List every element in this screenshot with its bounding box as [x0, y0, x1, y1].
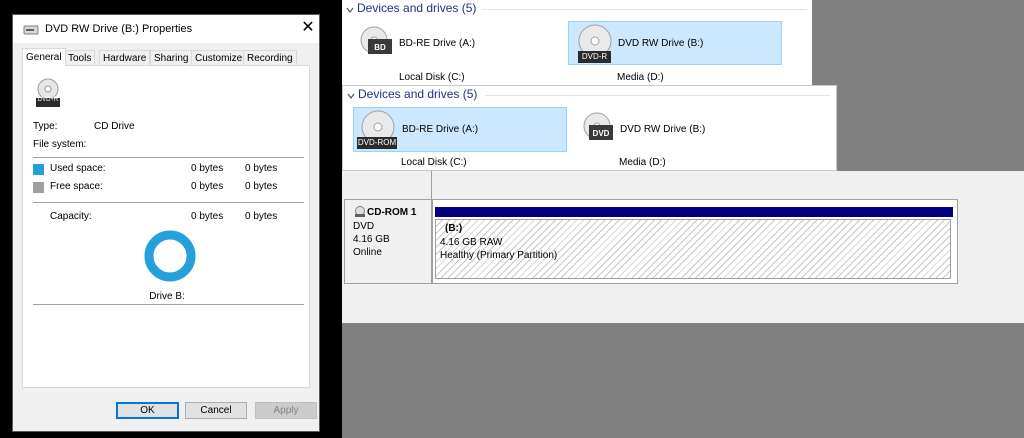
properties-dialog: DVD RW Drive (B:) Properties ✕ General T… [12, 14, 320, 432]
ok-button[interactable]: OK [116, 402, 179, 419]
free-space-swatch [33, 182, 44, 193]
drive-badge: DVD-ROM [357, 138, 397, 147]
drive-tile-a-selected[interactable]: DVD-ROM BD-RE Drive (A:) [353, 107, 567, 152]
drive-tile-b[interactable]: DVD DVD RW Drive (B:) [575, 108, 785, 148]
free-space-label: Free space: [50, 181, 103, 192]
drive-icon-badge: DVD+R [37, 97, 59, 103]
free-space-bytes: 0 bytes [191, 181, 224, 192]
chevron-down-icon[interactable] [346, 6, 354, 14]
cancel-button[interactable]: Cancel [185, 402, 247, 419]
group-header[interactable]: Devices and drives (5) [357, 1, 476, 15]
used-space-bytes: 0 bytes [191, 163, 224, 174]
desktop-background [812, 0, 1024, 171]
separator [33, 157, 304, 158]
apply-button[interactable]: Apply [255, 402, 317, 419]
type-label: Type: [33, 121, 58, 132]
drive-name: DVD RW Drive (B:) [618, 38, 704, 49]
tab-sharing[interactable]: Sharing [150, 50, 193, 66]
dialog-title: DVD RW Drive (B:) Properties [45, 23, 193, 35]
drive-name[interactable]: Local Disk (C:) [399, 72, 465, 83]
drive-tile-a[interactable]: BD BD-RE Drive (A:) [354, 22, 544, 62]
group-divider [485, 95, 830, 96]
disk-info-cell[interactable]: CD-ROM 1 DVD 4.16 GB Online [344, 199, 432, 284]
group-header[interactable]: Devices and drives (5) [358, 87, 477, 101]
optical-disc-icon [355, 206, 365, 217]
tab-recording[interactable]: Recording [243, 50, 297, 66]
group-divider [482, 9, 807, 10]
close-icon[interactable]: ✕ [299, 19, 317, 37]
free-space-size: 0 bytes [245, 181, 278, 192]
capacity-bytes: 0 bytes [191, 211, 224, 222]
drive-caption: Drive B: [149, 291, 185, 302]
drive-tile-b-selected[interactable]: DVD-R DVD RW Drive (B:) [568, 21, 782, 65]
drive-name[interactable]: Local Disk (C:) [401, 157, 467, 168]
used-space-size: 0 bytes [245, 163, 278, 174]
partition-status: Healthy (Primary Partition) [440, 250, 558, 261]
separator [33, 202, 304, 203]
title-bar[interactable]: DVD RW Drive (B:) Properties ✕ [13, 15, 319, 43]
partition-letter: (B:) [445, 223, 463, 234]
chevron-down-icon[interactable] [347, 92, 355, 100]
drive-name[interactable]: Media (D:) [619, 157, 666, 168]
disk-name: CD-ROM 1 [367, 207, 417, 218]
drive-name: BD-RE Drive (A:) [402, 124, 479, 135]
drive-badge: BD [374, 43, 386, 52]
drive-name[interactable]: Media (D:) [617, 72, 664, 83]
drive-name: BD-RE Drive (A:) [399, 38, 476, 49]
drive-badge: DVD-R [581, 52, 608, 61]
disk-info-header-cell [342, 171, 432, 199]
drive-name: DVD RW Drive (B:) [620, 124, 706, 135]
partition-size: 4.16 GB RAW [440, 237, 503, 248]
partition-block[interactable]: (B:) 4.16 GB RAW Healthy (Primary Partit… [435, 219, 951, 279]
tab-hardware[interactable]: Hardware [99, 50, 151, 66]
explorer-window-bottom: Devices and drives (5) DVD-ROM BD-RE Dri… [342, 85, 837, 171]
capacity-size: 0 bytes [245, 211, 278, 222]
separator [33, 304, 304, 305]
tab-general[interactable]: General [22, 48, 66, 66]
used-space-swatch [33, 164, 44, 175]
explorer-window-top: Devices and drives (5) BD BD-RE Drive (A… [342, 0, 812, 85]
capacity-label: Capacity: [50, 211, 92, 222]
disk-status: Online [353, 247, 382, 258]
drive-badge: DVD [592, 129, 610, 138]
tab-customize[interactable]: Customize [191, 50, 247, 66]
type-value: CD Drive [94, 121, 135, 132]
drive-icon [23, 25, 39, 35]
disk-size: 4.16 GB [353, 234, 390, 245]
file-system-label: File system: [33, 139, 87, 150]
desktop-background [342, 323, 1024, 438]
optical-disc-icon [36, 78, 60, 107]
tab-tools[interactable]: Tools [64, 50, 96, 66]
disk-type: DVD [353, 221, 375, 232]
capacity-donut-chart [144, 230, 196, 282]
partition-header-bar [435, 207, 953, 217]
used-space-label: Used space: [50, 163, 106, 174]
general-panel: DVD+R Type: CD Drive File system: Used s… [22, 65, 310, 388]
